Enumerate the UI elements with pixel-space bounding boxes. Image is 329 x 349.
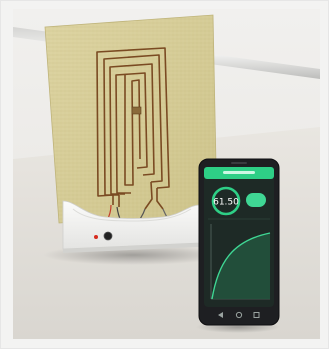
app-header-title-bar [223, 171, 255, 174]
photo-frame: 61.50 [0, 0, 329, 349]
phone-reading: 61.50 [213, 198, 239, 208]
base-led-icon [94, 235, 98, 239]
phone-earpiece [231, 162, 247, 164]
fabric-sensor-panel [44, 14, 218, 224]
photo: 61.50 [13, 9, 320, 339]
base-button-icon [103, 231, 113, 241]
app-toggle-button [246, 193, 266, 207]
smartphone: 61.50 [198, 158, 280, 326]
sensor-chip [131, 106, 142, 115]
photo-scene: 61.50 [13, 9, 320, 339]
